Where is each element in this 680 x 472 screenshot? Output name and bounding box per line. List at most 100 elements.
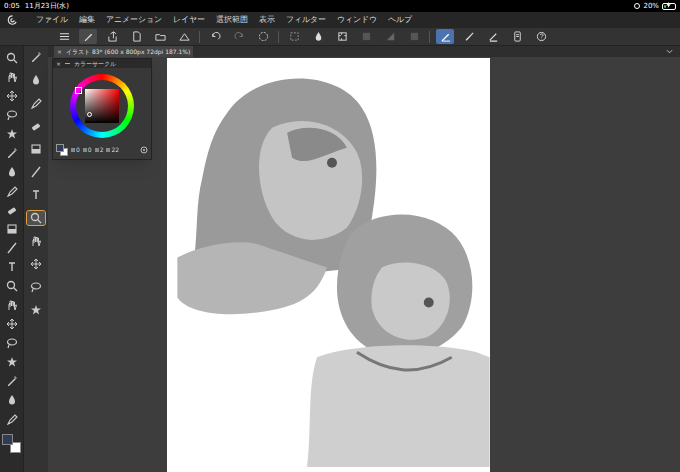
status-bar: 0:0511月23日(水)20% [0,0,680,12]
orientation-lock-icon [634,3,640,9]
tool-button[interactable] [4,318,20,330]
color-circle-panel: ×カラーサークル00222 [52,58,152,160]
document-tab-strip: × イラスト 83* (600 x 800px 72dpi 187.1%) [48,46,680,57]
menu-item[interactable]: レイヤー [173,14,205,26]
panel-title: カラーサークル [74,61,116,67]
menu-item[interactable]: 表示 [259,14,275,26]
command-button[interactable] [333,29,351,44]
tool-button[interactable] [4,356,20,368]
color-value: 0 [76,147,80,153]
sub-tool-button[interactable] [27,73,45,87]
saturation-value-square[interactable] [85,89,119,123]
color-swatches [2,434,22,454]
hue-marker[interactable] [75,87,82,94]
tool-button[interactable] [4,52,20,64]
command-button[interactable] [436,29,454,44]
command-button[interactable] [460,29,478,44]
command-button[interactable] [79,29,97,44]
tool-button[interactable] [4,166,20,178]
menu-item[interactable]: 選択範囲 [216,14,248,26]
color-value: 22 [111,147,119,153]
battery-icon [662,3,676,10]
canvas[interactable] [167,58,490,472]
sub-tool-button[interactable] [27,280,45,294]
value-icon [83,148,87,152]
tool-button[interactable] [4,242,20,254]
command-button[interactable] [254,29,272,44]
clock: 0:05 [4,1,20,12]
hue-ring[interactable] [70,74,134,138]
separator [199,31,200,43]
tool-button[interactable] [4,299,20,311]
tool-button[interactable] [4,280,20,292]
tool-button[interactable] [4,261,20,273]
menu-item[interactable]: ヘルプ [388,14,412,26]
illustration [167,58,490,472]
panel-swatch[interactable] [56,144,64,152]
sub-tool-button[interactable] [27,188,45,202]
tool-button[interactable] [4,223,20,235]
sub-tool-button[interactable] [27,303,45,317]
battery-percent: 20% [643,1,659,12]
sub-tool-button[interactable] [27,257,45,271]
document-title: イラスト 83* (600 x 800px 72dpi 187.1%) [66,49,190,55]
charging-icon [666,2,671,8]
tab-close-button[interactable]: × [57,49,62,55]
command-button[interactable] [508,29,526,44]
command-button[interactable] [484,29,502,44]
command-button[interactable] [285,29,303,44]
tab-list-chevron-icon[interactable] [666,48,674,56]
panel-close-button[interactable]: × [56,61,61,67]
command-button[interactable] [405,29,423,44]
tool-button[interactable] [4,90,20,102]
tool-button[interactable] [4,71,20,83]
settings-icon[interactable] [140,146,148,154]
panel-header: × カラーサークル [53,59,151,68]
menu-item[interactable]: フィルター [286,14,326,26]
command-button[interactable] [230,29,248,44]
sub-tool-button[interactable] [27,96,45,110]
panel-swatches [56,144,68,156]
canvas-area: × イラスト 83* (600 x 800px 72dpi 187.1%) × カラー… [48,46,680,472]
minimize-icon[interactable] [65,63,70,64]
menu-item[interactable]: 編集 [79,14,95,26]
command-button[interactable] [357,29,375,44]
menu-item[interactable]: ファイル [36,14,68,26]
tool-button[interactable] [4,337,20,349]
command-button[interactable] [103,29,121,44]
tool-button[interactable] [4,204,20,216]
sub-tool-button[interactable] [27,50,45,64]
menu-item[interactable]: アニメーション [106,14,162,26]
value-icon [71,148,75,152]
menu-item[interactable]: ウィンドウ [337,14,377,26]
menu-bar: ファイル編集アニメーションレイヤー選択範囲表示フィルターウィンドウヘルプ [0,12,680,28]
sub-tool-button[interactable] [27,211,45,225]
command-button[interactable] [206,29,224,44]
sub-tool-button[interactable] [27,165,45,179]
tool-button[interactable] [4,109,20,121]
tool-button[interactable] [4,147,20,159]
sub-tool-button[interactable] [27,142,45,156]
workspace: × イラスト 83* (600 x 800px 72dpi 187.1%) × カラー… [0,46,680,472]
tool-button[interactable] [4,394,20,406]
command-button[interactable] [127,29,145,44]
main-color-swatch[interactable] [2,434,13,445]
tool-button[interactable] [4,185,20,197]
tool-button[interactable] [4,413,20,425]
tool-button[interactable] [4,128,20,140]
sub-tool-button[interactable] [27,119,45,133]
command-button[interactable] [175,29,193,44]
command-button[interactable] [55,29,73,44]
tool-palette [0,46,23,472]
command-button[interactable] [151,29,169,44]
command-button[interactable] [532,29,550,44]
tool-button[interactable] [4,375,20,387]
document-tab[interactable]: × イラスト 83* (600 x 800px 72dpi 187.1%) [54,46,193,57]
panel-footer: 00222 [53,144,151,159]
command-button[interactable] [309,29,327,44]
app-logo-icon[interactable] [6,14,18,26]
color-value: 0 [88,147,92,153]
sub-tool-button[interactable] [27,234,45,248]
color-picker-marker[interactable] [87,112,92,117]
command-button[interactable] [381,29,399,44]
